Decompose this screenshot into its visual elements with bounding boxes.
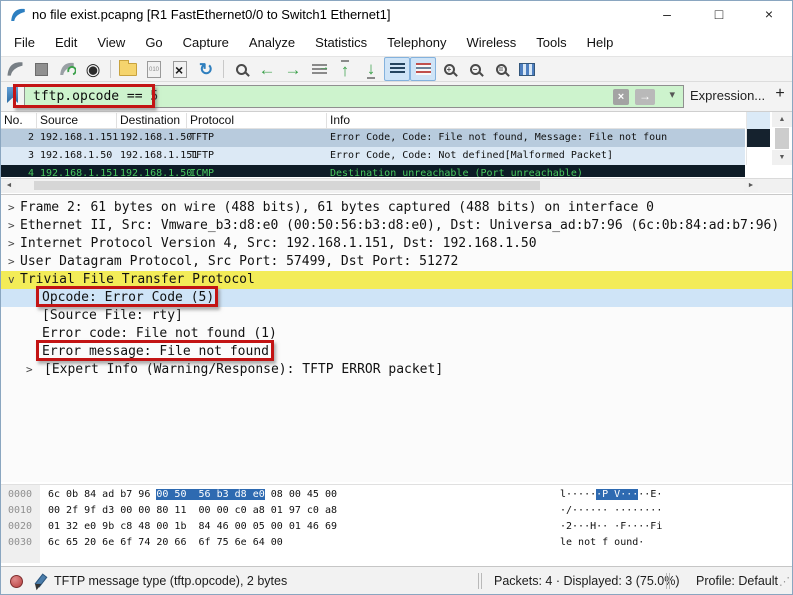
- vertical-scrollbar-thumb[interactable]: [775, 128, 789, 149]
- title-bar: no file exist.pcapng [R1 FastEthernet0/0…: [0, 0, 793, 30]
- zoom-in-icon[interactable]: +: [436, 57, 462, 81]
- detail-error-code[interactable]: Error code: File not found (1): [0, 325, 793, 343]
- colorize-packets-icon[interactable]: [410, 57, 436, 81]
- hex-row[interactable]: 0010 00 2f 9f d3 00 00 80 11 00 00 c0 a8…: [0, 503, 793, 519]
- detail-error-message[interactable]: Error message: File not found: [0, 343, 793, 361]
- main-toolbar: ◉ × ↻ ← → → ↑ ↓ + − =: [0, 56, 793, 82]
- detail-frame[interactable]: >Frame 2: 61 bytes on wire (488 bits), 6…: [0, 199, 793, 217]
- minimize-button[interactable]: –: [650, 0, 684, 30]
- detail-source-file[interactable]: [Source File: rty]: [0, 307, 793, 325]
- menu-tools[interactable]: Tools: [526, 31, 576, 55]
- menu-go[interactable]: Go: [135, 31, 172, 55]
- go-back-icon[interactable]: ←: [254, 57, 280, 81]
- scrollbar-up-icon[interactable]: ▲: [772, 112, 792, 127]
- scrollbar-right-icon[interactable]: ►: [744, 179, 758, 192]
- horizontal-scrollbar-thumb[interactable]: [34, 181, 540, 190]
- reload-icon[interactable]: ↻: [193, 57, 219, 81]
- menu-analyze[interactable]: Analyze: [239, 31, 305, 55]
- menu-wireless[interactable]: Wireless: [456, 31, 526, 55]
- window-title: no file exist.pcapng [R1 FastEthernet0/0…: [32, 0, 390, 30]
- menu-statistics[interactable]: Statistics: [305, 31, 377, 55]
- add-filter-button[interactable]: +: [772, 85, 788, 103]
- maximize-button[interactable]: □: [702, 0, 736, 30]
- menu-file[interactable]: File: [4, 31, 45, 55]
- restart-capture-icon[interactable]: [54, 57, 80, 81]
- close-file-icon[interactable]: ×: [167, 57, 193, 81]
- expression-button[interactable]: Expression...: [690, 88, 765, 103]
- hex-row[interactable]: 0030 6c 65 20 6e 6f 74 20 66 6f 75 6e 64…: [0, 535, 793, 551]
- status-bar: TFTP message type (tftp.opcode), 2 bytes…: [0, 566, 793, 595]
- resize-grip-icon[interactable]: ⋰: [779, 575, 790, 588]
- column-info[interactable]: Info: [330, 113, 350, 127]
- packet-details-pane: >Frame 2: 61 bytes on wire (488 bits), 6…: [0, 194, 793, 482]
- filter-clear-icon[interactable]: ×: [613, 89, 629, 105]
- filter-bar: tftp.opcode == 5 × → ▾ Expression... +: [0, 82, 793, 112]
- detail-udp[interactable]: >User Datagram Protocol, Src Port: 57499…: [0, 253, 793, 271]
- packet-row-4[interactable]: 4 192.168.1.151 192.168.1.50 ICMP Destin…: [0, 165, 745, 177]
- auto-scroll-icon[interactable]: [384, 57, 410, 81]
- filter-bookmark-icon[interactable]: [7, 87, 18, 103]
- close-button[interactable]: ×: [752, 0, 786, 30]
- packet-list-pane: No. Source Destination Protocol Info 2 1…: [0, 112, 793, 177]
- packet-row-3[interactable]: 3 192.168.1.50 192.168.1.151 TFTP Error …: [0, 147, 745, 165]
- filter-apply-icon[interactable]: →: [635, 89, 655, 105]
- zoom-out-icon[interactable]: −: [462, 57, 488, 81]
- detail-tftp[interactable]: vTrivial File Transfer Protocol: [0, 271, 793, 289]
- capture-options-icon[interactable]: ◉: [80, 57, 106, 81]
- menu-view[interactable]: View: [87, 31, 135, 55]
- packet-counts-text: Packets: 4 · Displayed: 3 (75.0%): [494, 574, 680, 588]
- display-filter-input[interactable]: tftp.opcode == 5 × → ▾: [24, 85, 684, 108]
- detail-ethernet[interactable]: >Ethernet II, Src: Vmware_b3:d8:e0 (00:5…: [0, 217, 793, 235]
- row-strip: [746, 129, 770, 147]
- filter-text: tftp.opcode == 5: [33, 89, 158, 104]
- open-file-icon[interactable]: [115, 57, 141, 81]
- packet-bytes-pane[interactable]: 0000 6c 0b 84 ad b7 96 00 50 56 b3 d8 e0…: [0, 484, 793, 562]
- go-to-bottom-icon[interactable]: ↓: [358, 57, 384, 81]
- expert-info-icon[interactable]: [10, 575, 23, 588]
- status-divider: [478, 573, 482, 589]
- save-file-icon[interactable]: [141, 57, 167, 81]
- menu-edit[interactable]: Edit: [45, 31, 87, 55]
- stop-capture-icon[interactable]: [28, 57, 54, 81]
- resize-columns-icon[interactable]: [514, 57, 540, 81]
- detail-expert-info[interactable]: >[Expert Info (Warning/Response): TFTP E…: [0, 361, 793, 379]
- capture-comment-icon[interactable]: [32, 574, 46, 588]
- menu-capture[interactable]: Capture: [173, 31, 239, 55]
- column-protocol[interactable]: Protocol: [190, 113, 234, 127]
- packet-list-header: No. Source Destination Protocol Info: [0, 112, 745, 129]
- field-status-text: TFTP message type (tftp.opcode), 2 bytes: [54, 574, 287, 588]
- row-strip: [746, 147, 770, 165]
- zoom-original-icon[interactable]: =: [488, 57, 514, 81]
- go-to-top-icon[interactable]: ↑: [332, 57, 358, 81]
- toolbar-divider: [223, 60, 224, 78]
- find-packet-icon[interactable]: [228, 57, 254, 81]
- start-capture-icon[interactable]: [2, 57, 28, 81]
- menu-telephony[interactable]: Telephony: [377, 31, 456, 55]
- menu-help[interactable]: Help: [577, 31, 624, 55]
- wireshark-logo-icon: [9, 6, 27, 29]
- detail-ip[interactable]: >Internet Protocol Version 4, Src: 192.1…: [0, 235, 793, 253]
- go-to-packet-icon[interactable]: →: [306, 57, 332, 81]
- detail-opcode[interactable]: Opcode: Error Code (5): [0, 289, 793, 307]
- hex-row[interactable]: 0020 01 32 e0 9b c8 48 00 1b 84 46 00 05…: [0, 519, 793, 535]
- scrollbar-left-icon[interactable]: ◄: [2, 179, 16, 192]
- column-no[interactable]: No.: [4, 113, 23, 127]
- filter-dropdown-icon[interactable]: ▾: [669, 88, 675, 101]
- row-strip: [746, 112, 770, 129]
- scrollbar-down-icon[interactable]: ▼: [772, 150, 792, 165]
- column-source[interactable]: Source: [40, 113, 78, 127]
- column-destination[interactable]: Destination: [120, 113, 180, 127]
- packet-row-2[interactable]: 2 192.168.1.151 192.168.1.50 TFTP Error …: [0, 129, 745, 147]
- go-forward-icon[interactable]: →: [280, 57, 306, 81]
- toolbar-divider: [110, 60, 111, 78]
- profile-text[interactable]: Profile: Default: [696, 574, 778, 588]
- menu-bar: File Edit View Go Capture Analyze Statis…: [0, 30, 793, 56]
- status-divider: [666, 573, 670, 589]
- hex-row[interactable]: 0000 6c 0b 84 ad b7 96 00 50 56 b3 d8 e0…: [0, 487, 793, 503]
